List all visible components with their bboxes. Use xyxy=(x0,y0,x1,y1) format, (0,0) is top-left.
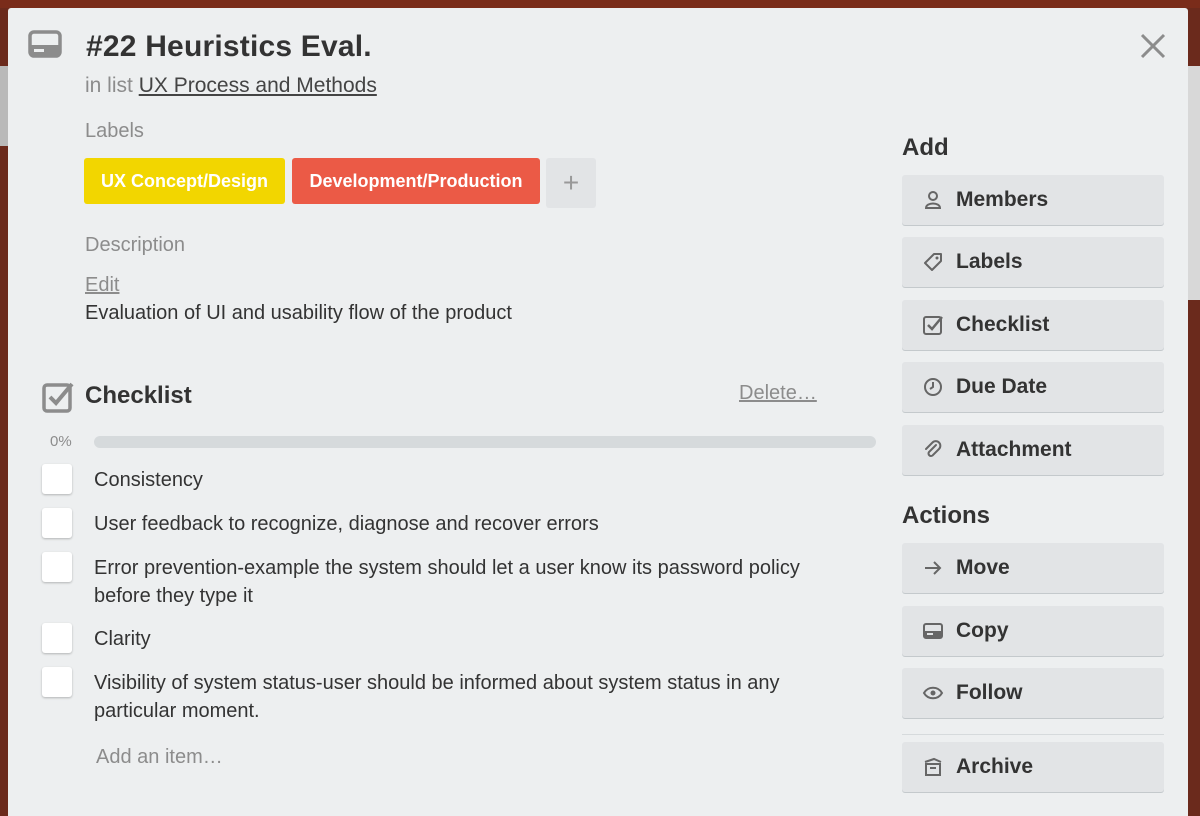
checklist-item-checkbox[interactable] xyxy=(42,464,72,494)
card-icon xyxy=(923,623,943,639)
checklist-item-text[interactable]: Consistency xyxy=(94,466,824,494)
due-date-button-label: Due Date xyxy=(956,375,1048,398)
copy-button[interactable]: Copy xyxy=(902,606,1164,656)
follow-button-label: Follow xyxy=(956,681,1023,704)
checklist-item-text[interactable]: User feedback to recognize, diagnose and… xyxy=(94,510,824,538)
delete-checklist-link[interactable]: Delete… xyxy=(739,382,817,405)
label-development-production[interactable]: Development/Production xyxy=(292,158,540,204)
archive-icon xyxy=(924,757,942,776)
member-icon xyxy=(924,191,942,209)
checklist-progress-percent: 0% xyxy=(50,433,72,450)
card-icon xyxy=(28,30,62,58)
description-text[interactable]: Evaluation of UI and usability flow of t… xyxy=(85,302,512,325)
checklist-progress-bar xyxy=(94,436,876,448)
clock-icon xyxy=(924,378,942,396)
arrow-right-icon xyxy=(925,561,942,575)
copy-button-label: Copy xyxy=(956,619,1009,642)
labels-button[interactable]: Labels xyxy=(902,237,1164,287)
attachment-button[interactable]: Attachment xyxy=(902,425,1164,475)
board-background-list xyxy=(1188,66,1200,300)
description-heading: Description xyxy=(85,234,186,256)
add-checklist-item-input[interactable]: Add an item… xyxy=(96,746,223,769)
checklist-icon xyxy=(923,316,943,335)
members-button[interactable]: Members xyxy=(902,175,1164,225)
labels-heading: Labels xyxy=(85,120,144,142)
move-button-label: Move xyxy=(956,556,1010,579)
actions-heading: Actions xyxy=(902,502,991,529)
card-list-info: in list UX Process and Methods xyxy=(85,74,377,98)
eye-icon xyxy=(922,686,944,700)
in-list-prefix: in list xyxy=(85,74,133,97)
actions-divider xyxy=(902,734,1164,735)
checklist-item-checkbox[interactable] xyxy=(42,508,72,538)
paperclip-icon xyxy=(925,440,942,457)
checklist-item-checkbox[interactable] xyxy=(42,623,72,653)
add-label-button[interactable]: + xyxy=(546,158,596,208)
attachment-button-label: Attachment xyxy=(956,438,1072,461)
checklist-item-checkbox[interactable] xyxy=(42,552,72,582)
archive-button-label: Archive xyxy=(956,755,1034,778)
members-button-label: Members xyxy=(956,188,1049,211)
add-heading: Add xyxy=(902,134,949,161)
move-button[interactable]: Move xyxy=(902,543,1164,593)
checklist-title[interactable]: Checklist xyxy=(85,382,192,410)
checklist-item-checkbox[interactable] xyxy=(42,667,72,697)
checklist-button-label: Checklist xyxy=(956,313,1050,336)
labels-button-label: Labels xyxy=(956,250,1023,273)
card-detail-modal: #22 Heuristics Eval. in list UX Process … xyxy=(8,8,1188,816)
checklist-icon xyxy=(42,382,74,413)
edit-description-link[interactable]: Edit xyxy=(85,274,119,297)
checklist-item-text[interactable]: Clarity xyxy=(94,625,824,653)
checklist-item-text[interactable]: Visibility of system status-user should … xyxy=(94,669,824,725)
card-title[interactable]: #22 Heuristics Eval. xyxy=(86,30,372,64)
list-link[interactable]: UX Process and Methods xyxy=(139,74,377,97)
archive-button[interactable]: Archive xyxy=(902,742,1164,792)
checklist-item-text[interactable]: Error prevention-example the system shou… xyxy=(94,554,824,610)
label-ux-concept-design[interactable]: UX Concept/Design xyxy=(84,158,285,204)
checklist-button[interactable]: Checklist xyxy=(902,300,1164,350)
label-icon xyxy=(924,253,942,271)
due-date-button[interactable]: Due Date xyxy=(902,362,1164,412)
close-icon[interactable] xyxy=(1138,31,1168,61)
board-header-strip xyxy=(0,0,1200,8)
follow-button[interactable]: Follow xyxy=(902,668,1164,718)
